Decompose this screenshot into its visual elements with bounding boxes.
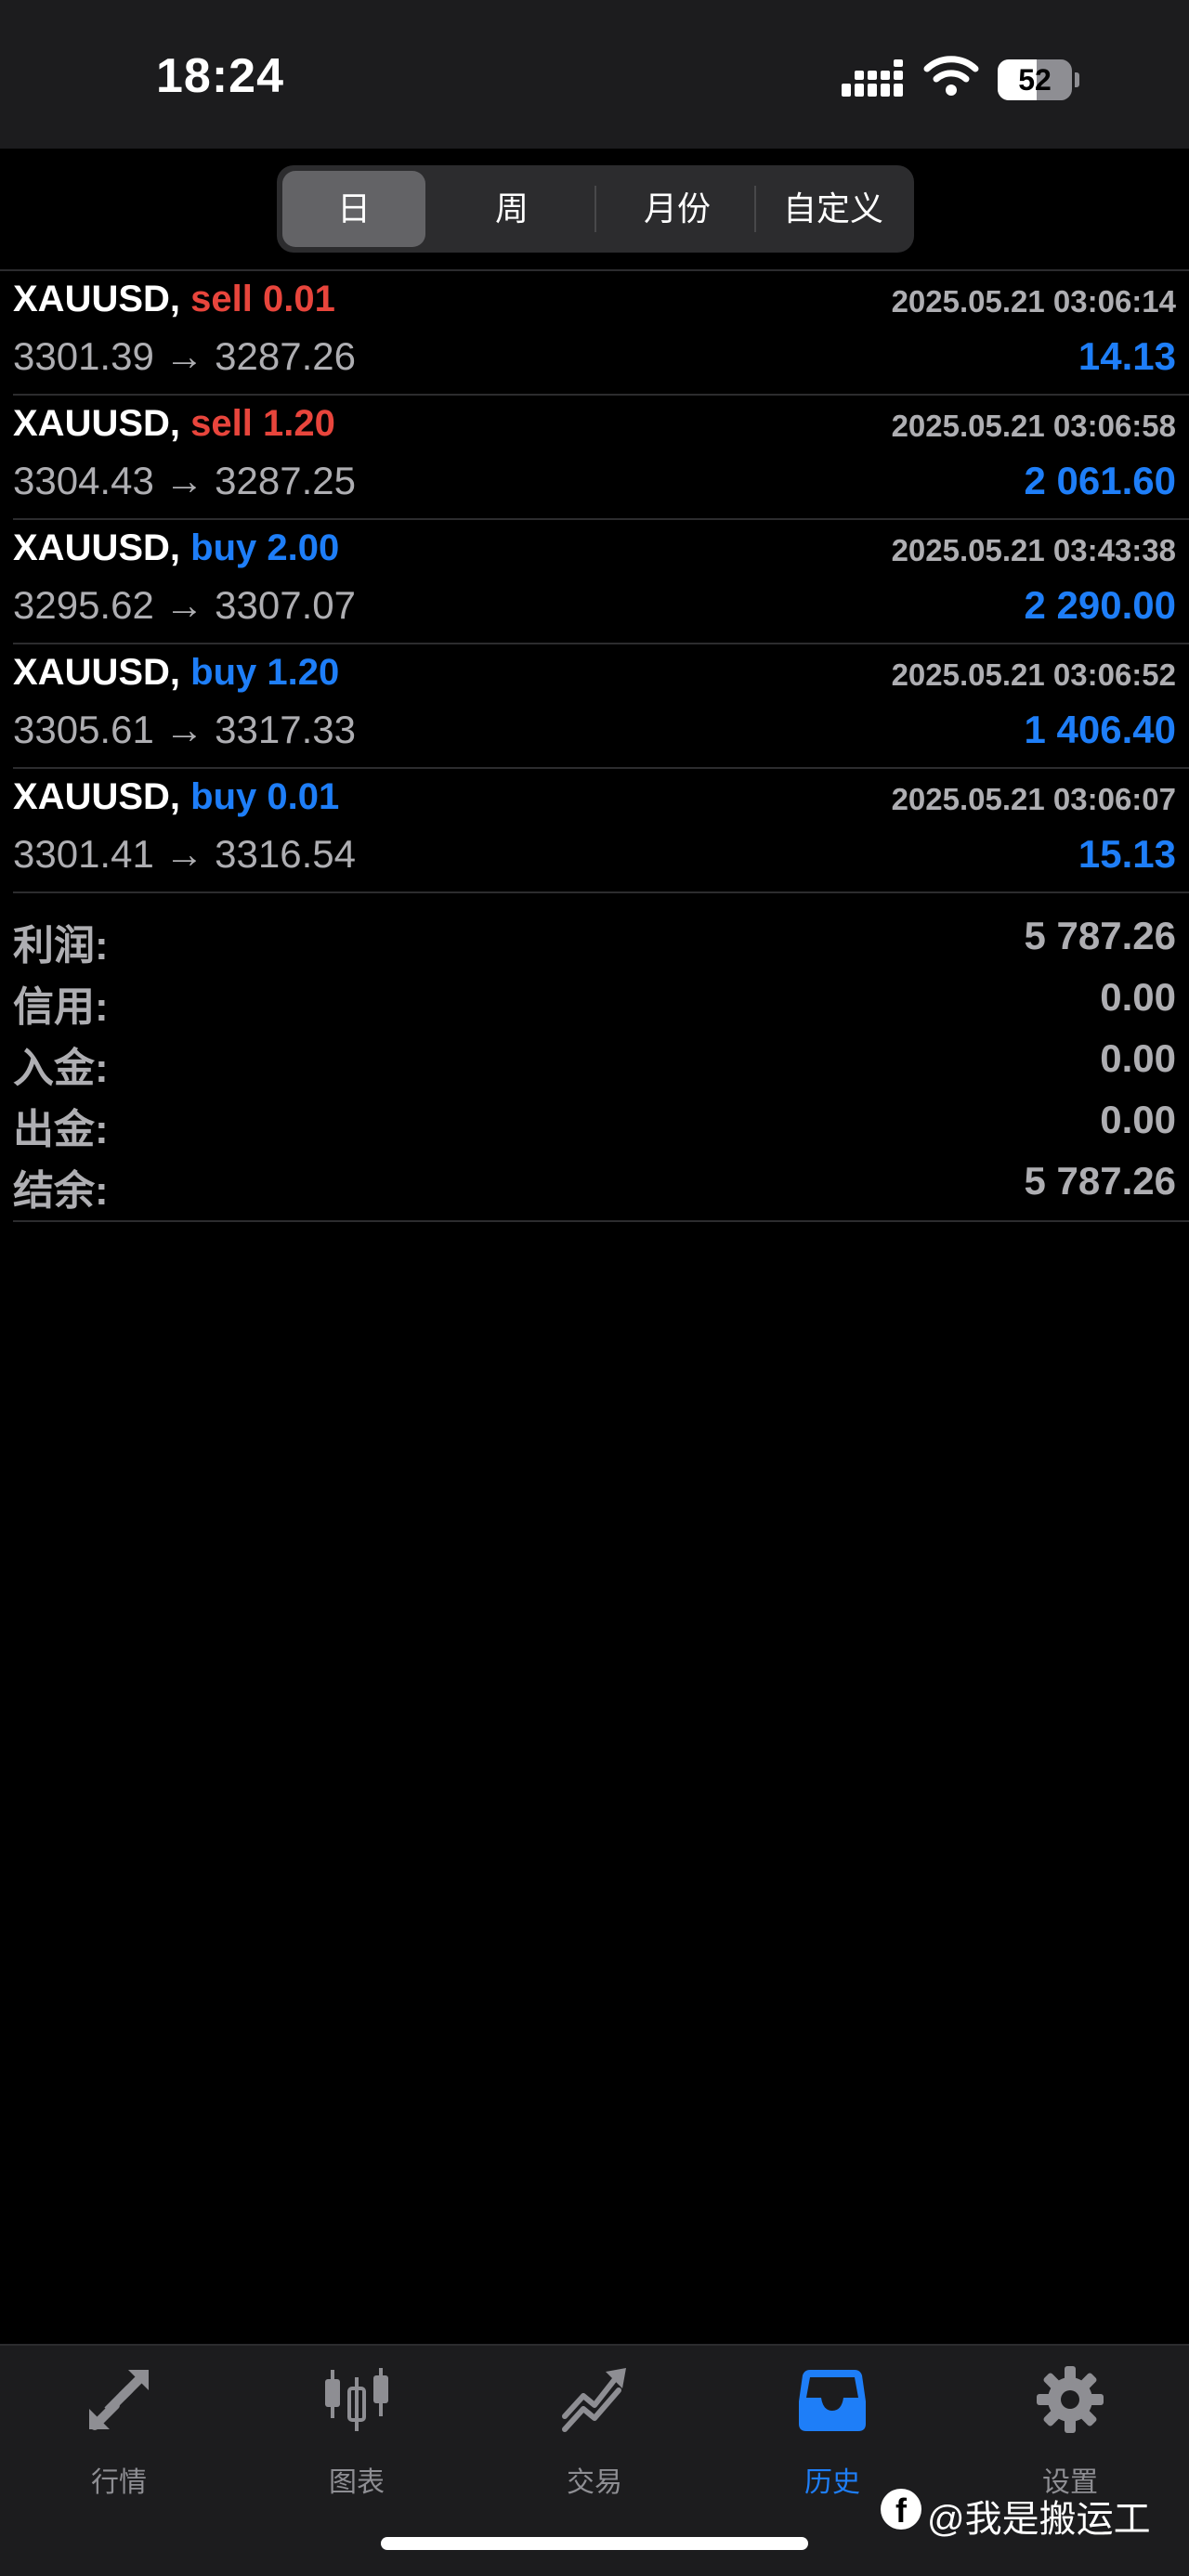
facebook-logo-icon: f [881, 2489, 921, 2530]
summary-withdrawal: 出金: 0.00 [0, 1092, 1189, 1153]
trade-side: sell 1.20 [190, 403, 335, 444]
trade-side: buy 1.20 [190, 652, 340, 693]
watermark: f @我是搬运工 [881, 2485, 1187, 2540]
cellular-signal-icon [842, 59, 903, 97]
segment-week[interactable]: 周 [433, 171, 591, 247]
trade-side: buy 0.01 [190, 776, 340, 817]
trade-row[interactable]: XAUUSD, buy 1.20 2025.05.21 03:06:52 330… [0, 644, 1189, 769]
row-divider [13, 891, 1189, 893]
period-segmented-control: 日 周 月份 自定义 [277, 165, 914, 253]
trade-datetime: 2025.05.21 03:06:58 [891, 409, 1176, 443]
trade-profit: 14.13 [1078, 334, 1176, 378]
summary-label: 入金: [13, 1046, 109, 1091]
gear-icon [1037, 2366, 1104, 2433]
summary-value: 0.00 [1100, 1036, 1176, 1080]
trade-symbol: XAUUSD, [13, 527, 181, 568]
trade-profit: 1 406.40 [1024, 708, 1177, 751]
tab-quotes[interactable]: 行情 [0, 2346, 238, 2531]
status-time: 18:24 [156, 49, 284, 103]
battery-icon: 52 [998, 59, 1079, 100]
trade-datetime: 2025.05.21 03:06:07 [891, 782, 1176, 816]
summary-deposit: 入金: 0.00 [0, 1031, 1189, 1092]
trade-prices: 3301.41 → 3316.54 [13, 832, 356, 876]
trade-trend-icon [562, 2368, 626, 2432]
tab-trade[interactable]: 交易 [476, 2346, 713, 2531]
summary-value: 5 787.26 [1024, 914, 1177, 957]
summary-credit: 信用: 0.00 [0, 969, 1189, 1031]
tab-label: 图表 [329, 2467, 385, 2498]
summary-value: 0.00 [1100, 975, 1176, 1019]
segment-divider [594, 186, 596, 232]
candlestick-chart-icon [325, 2368, 388, 2431]
trade-row[interactable]: XAUUSD, sell 1.20 2025.05.21 03:06:58 33… [0, 396, 1189, 520]
watermark-text: @我是搬运工 [927, 2499, 1151, 2540]
segment-month[interactable]: 月份 [598, 171, 756, 247]
trade-row[interactable]: XAUUSD, buy 2.00 2025.05.21 03:43:38 329… [0, 520, 1189, 644]
tab-charts[interactable]: 图表 [238, 2346, 476, 2531]
summary-label: 出金: [13, 1107, 109, 1152]
trade-symbol: XAUUSD, [13, 279, 181, 319]
summary-divider [13, 1220, 1189, 1222]
trade-side: buy 2.00 [190, 527, 340, 568]
summary-balance: 结余: 5 787.26 [0, 1153, 1189, 1215]
history-inbox-icon [799, 2370, 866, 2431]
quotes-arrows-icon [89, 2370, 149, 2430]
trade-symbol: XAUUSD, [13, 652, 181, 693]
segment-day[interactable]: 日 [282, 171, 425, 247]
trade-symbol: XAUUSD, [13, 403, 181, 444]
trade-profit: 2 061.60 [1024, 459, 1177, 502]
summary-label: 利润: [13, 923, 109, 969]
trade-prices: 3304.43 → 3287.25 [13, 459, 356, 502]
trade-row[interactable]: XAUUSD, sell 0.01 2025.05.21 03:06:14 33… [0, 271, 1189, 396]
segment-custom[interactable]: 自定义 [758, 171, 908, 247]
tab-label: 行情 [91, 2467, 147, 2498]
trade-datetime: 2025.05.21 03:06:14 [891, 284, 1176, 319]
trade-prices: 3295.62 → 3307.07 [13, 583, 356, 627]
summary-label: 结余: [13, 1168, 109, 1214]
battery-level: 52 [1018, 63, 1052, 97]
history-screen: 18:24 52 日 周 月份 自定义 XAUUSD, sell 0.01 20… [0, 0, 1189, 2576]
trade-prices: 3301.39 → 3287.26 [13, 334, 356, 378]
trade-prices: 3305.61 → 3317.33 [13, 708, 356, 751]
status-bar: 18:24 52 [0, 0, 1189, 149]
trade-datetime: 2025.05.21 03:06:52 [891, 657, 1176, 692]
tab-label: 交易 [567, 2467, 622, 2498]
trade-symbol: XAUUSD, [13, 776, 181, 817]
summary-value: 0.00 [1100, 1098, 1176, 1141]
segment-divider [754, 186, 756, 232]
wifi-icon [923, 56, 979, 96]
trade-profit: 15.13 [1078, 832, 1176, 876]
trade-side: sell 0.01 [190, 279, 335, 319]
trade-row[interactable]: XAUUSD, buy 0.01 2025.05.21 03:06:07 330… [0, 769, 1189, 893]
trade-datetime: 2025.05.21 03:43:38 [891, 533, 1176, 567]
summary-value: 5 787.26 [1024, 1159, 1177, 1203]
summary-profit: 利润: 5 787.26 [0, 908, 1189, 969]
summary-label: 信用: [13, 984, 109, 1030]
trade-profit: 2 290.00 [1024, 583, 1177, 627]
home-indicator[interactable] [381, 2537, 808, 2550]
